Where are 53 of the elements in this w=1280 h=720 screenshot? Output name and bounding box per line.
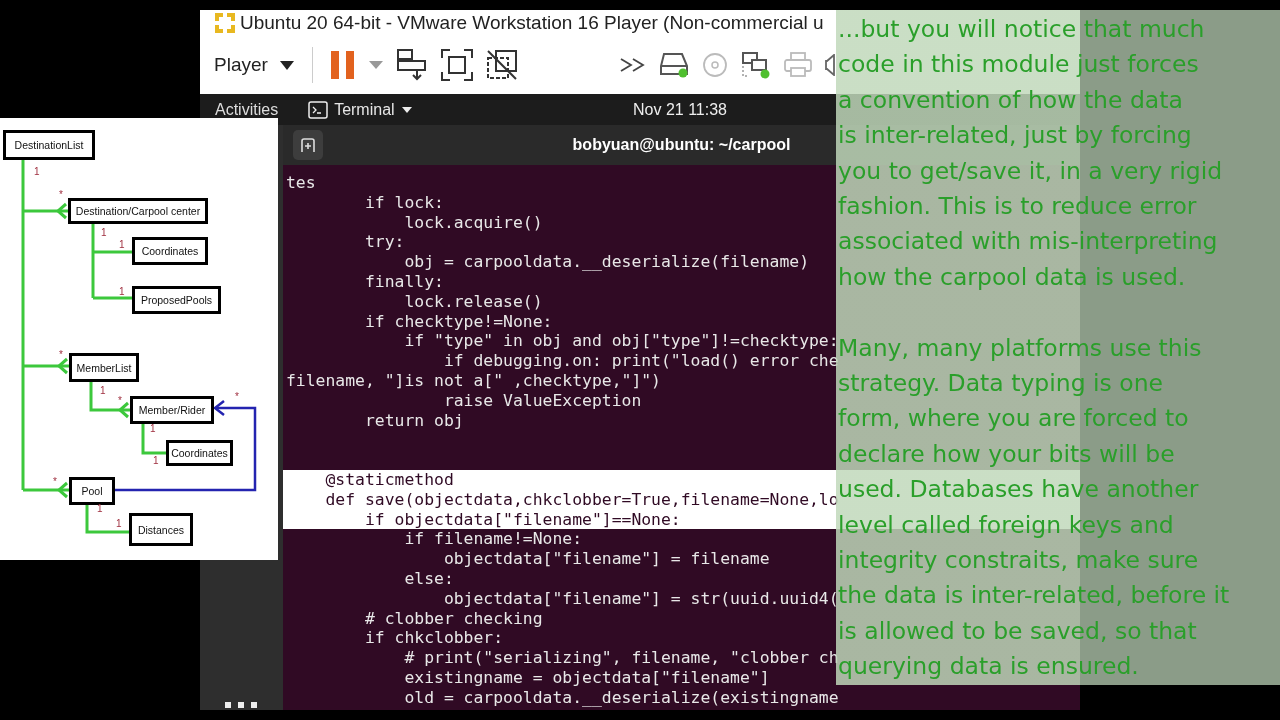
multiplicity-label: 1 <box>116 518 122 529</box>
multiplicity-label: 1 <box>97 503 103 514</box>
player-menu[interactable]: Player <box>214 50 294 80</box>
class-name: Distances <box>137 523 185 536</box>
class-name: MemberList <box>76 361 132 374</box>
code-line: if lock: <box>363 192 444 213</box>
class-name: Coordinates <box>141 245 199 257</box>
multiplicity-label: 1 <box>34 166 40 177</box>
multiplicity-label: * <box>59 349 63 360</box>
code-line: raise ValueException <box>442 390 642 411</box>
note-paragraph: Many, many platforms use this strategy. Data typing is one form, where you are forced to declare how your bits will be used. Databases have another level called foreign keys and integrity constraits, make sure the data is inter-related, before it is allowed to be saved, so that querying data is ensured. <box>838 332 1230 683</box>
code-line: try: <box>363 232 405 253</box>
window-title: Ubuntu 20 64-bit - VMware Workstation 16 Player (Non-commercial u <box>240 12 824 34</box>
multiplicity-label: * <box>59 189 63 200</box>
class-name: Pool <box>81 485 103 497</box>
selected-code-line: @staticmethod <box>324 469 454 490</box>
multiplicity-label: 1 <box>101 227 107 238</box>
class-name: DestinationList <box>14 139 84 151</box>
code-line: lock.acquire() <box>403 212 543 233</box>
class-name: Member/Rider <box>138 404 206 416</box>
code-line: obj = carpooldata.__deserialize(filename) <box>403 252 809 272</box>
code-line: filename, "]is not a[" ,checktype,"]") <box>286 370 661 391</box>
class-name: ProposedPools <box>140 294 213 306</box>
code-line: existingname = objectdata["filename"] <box>403 667 770 688</box>
code-line: if filename!=None: <box>403 529 583 550</box>
code-line: objectdata["filename"] = filename <box>442 549 770 569</box>
selected-code-line: def save(objectdata,chkclobber=True,filename=None,lo <box>324 489 839 510</box>
code-line: if "type" in obj and obj["type"]!=checktype: <box>403 331 839 352</box>
clock[interactable]: Nov 21 11:38 <box>633 101 727 119</box>
code-line: else: <box>403 568 454 589</box>
code-line: # clobber checking <box>363 608 543 629</box>
multiplicity-label: 1 <box>119 286 125 297</box>
code-line: if chkclobber: <box>363 628 504 649</box>
multiplicity-label: 1 <box>119 239 125 250</box>
code-line: lock.release() <box>403 291 543 312</box>
multiplicity-label: 1 <box>100 385 106 396</box>
multiplicity-label: * <box>118 395 122 406</box>
terminal-menu[interactable]: Terminal <box>308 100 413 119</box>
multiplicity-label: * <box>53 476 57 487</box>
multiplicity-label: * <box>235 391 239 402</box>
code-line: objectdata["filename"] = str(uuid.uuid4( <box>442 588 839 609</box>
code-line: finally: <box>363 272 444 292</box>
code-line: old = carpooldata.__deserialize(existingname <box>403 687 839 708</box>
multiplicity-label: 1 <box>150 423 156 434</box>
terminal-title: bobyuan@ubuntu: ~/carpool <box>572 136 791 153</box>
activities-label[interactable]: Activities <box>215 100 279 119</box>
multiplicity-label: 1 <box>153 455 159 466</box>
code-line: if checktype!=None: <box>363 311 553 332</box>
class-name: Coordinates <box>171 447 228 459</box>
selected-code-line: if objectdata["filename"]==None: <box>363 509 681 530</box>
code-line: tes <box>286 173 316 193</box>
class-name: Destination/Carpool center <box>75 205 201 217</box>
code-line: return obj <box>363 410 464 431</box>
